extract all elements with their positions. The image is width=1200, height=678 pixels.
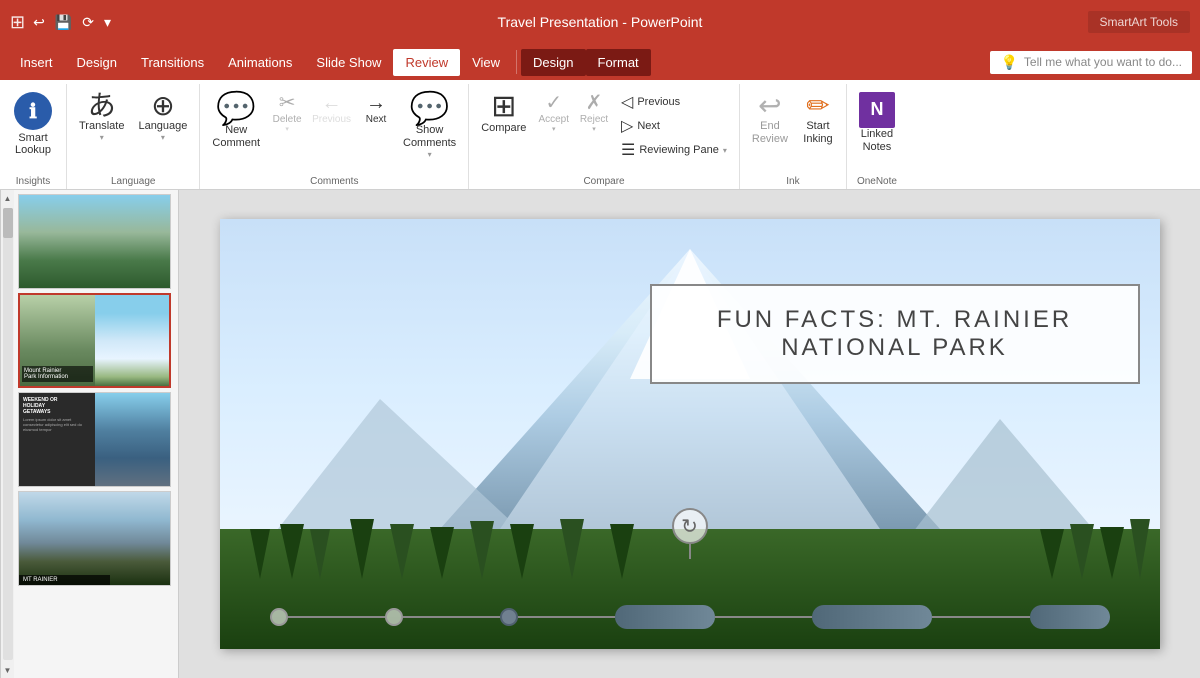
previous-comment-button[interactable]: ← Previous [308, 90, 355, 127]
slide-thumbnail-2[interactable]: Mount RainierPark Information [18, 293, 171, 388]
ribbon-group-compare: ⊞ Compare ✓ Accept ▾ ✗ Reject ▾ ◁ Previo… [469, 84, 740, 189]
slide-thumbnail-1[interactable] [18, 194, 171, 289]
document-title: Travel Presentation - PowerPoint [498, 14, 703, 30]
connector-3 [518, 616, 615, 618]
delete-comment-button[interactable]: ✂ Delete ▾ [268, 90, 306, 135]
language-button[interactable]: ⊕ Language ▾ [132, 88, 193, 147]
title-bar: ⊞ ↩ 💾 ⟳ ▾ Travel Presentation - PowerPoi… [0, 0, 1200, 44]
slide-3-title: WEEKEND ORHOLIDAYGETAWAYS [23, 397, 91, 415]
presentation-area: FUN FACTS: MT. RAINIER NATIONAL PARK ↻ [179, 190, 1200, 678]
save-icon[interactable]: 💾 [55, 14, 72, 31]
menu-slideshow[interactable]: Slide Show [304, 49, 393, 76]
menu-view[interactable]: View [460, 49, 512, 76]
menu-animations[interactable]: Animations [216, 49, 304, 76]
menu-insert[interactable]: Insert [8, 49, 65, 76]
slide-4-label: MT RAINIER [19, 575, 110, 585]
ink-label: Ink [740, 176, 846, 187]
menu-smartart-format[interactable]: Format [586, 49, 651, 76]
menu-bar: Insert Design Transitions Animations Sli… [0, 44, 1200, 80]
slide-thumbnail-3[interactable]: WEEKEND ORHOLIDAYGETAWAYS Lorem ipsum do… [18, 392, 171, 487]
slide-title-text: FUN FACTS: MT. RAINIER NATIONAL PARK [676, 306, 1114, 362]
scroll-down-arrow[interactable]: ▼ [1, 662, 15, 678]
ribbon-group-comments: 💬 New Comment ✂ Delete ▾ ← Previous → Ne… [200, 84, 469, 189]
main-content: ▲ ▼ Mount RainierPark Information WEEKEN… [0, 190, 1200, 678]
compare-next-button[interactable]: ▷ Next [615, 114, 733, 138]
next-comment-button[interactable]: → Next [357, 90, 395, 127]
quick-access-toolbar: ↩ 💾 ⟳ ▾ [33, 14, 111, 31]
menu-design[interactable]: Design [65, 49, 129, 76]
ribbon-group-language: あ Translate ▾ ⊕ Language ▾ Language [67, 84, 200, 189]
end-review-button[interactable]: ↩ End Review [746, 88, 794, 150]
ribbon: ℹ Smart Lookup Insights あ Translate ▾ ⊕ … [0, 80, 1200, 190]
connector-2 [403, 616, 500, 618]
slide-title-box[interactable]: FUN FACTS: MT. RAINIER NATIONAL PARK [650, 284, 1140, 384]
ribbon-group-ink: ↩ End Review ✏ Start Inking Ink [740, 84, 847, 189]
smartart-node-1[interactable] [270, 608, 288, 626]
smartart-nodes [270, 605, 1110, 629]
smartart-node-3[interactable] [500, 608, 518, 626]
onenote-icon: N [859, 92, 895, 128]
slide-panel-scrollbar[interactable]: ▲ ▼ [0, 190, 14, 678]
smartart-connector: ↻ [672, 508, 708, 559]
smartart-bar-2[interactable] [812, 605, 932, 629]
translate-button[interactable]: あ Translate ▾ [73, 88, 130, 147]
menu-review[interactable]: Review [393, 49, 460, 76]
slide-3-body: Lorem ipsum dolor sit amet consectetur a… [23, 417, 91, 433]
menu-smartart-design[interactable]: Design [521, 49, 585, 76]
reviewing-pane-button[interactable]: ☰ Reviewing Pane ▾ [615, 138, 733, 162]
reject-button[interactable]: ✗ Reject ▾ [575, 90, 613, 135]
accept-button[interactable]: ✓ Accept ▾ [534, 90, 573, 135]
smart-lookup-button[interactable]: ℹ Smart Lookup [6, 88, 60, 170]
smartart-bar-1[interactable] [615, 605, 715, 629]
comments-label: Comments [200, 176, 468, 187]
start-inking-button[interactable]: ✏ Start Inking [796, 88, 840, 150]
ribbon-group-onenote: N Linked Notes OneNote [847, 84, 907, 189]
connector-1 [288, 616, 385, 618]
slide-canvas[interactable]: FUN FACTS: MT. RAINIER NATIONAL PARK ↻ [220, 219, 1160, 649]
tell-me-input[interactable]: Tell me what you want to do... [1024, 55, 1182, 69]
customize-icon[interactable]: ▾ [104, 14, 111, 31]
show-comments-button[interactable]: 💬 Show Comments ▾ [397, 88, 462, 164]
app-icon: ⊞ [10, 12, 25, 33]
undo-icon[interactable]: ↩ [33, 14, 45, 31]
connector-5 [932, 616, 1029, 618]
ribbon-group-insights: ℹ Smart Lookup Insights [0, 84, 67, 189]
smartart-rotate-handle[interactable]: ↻ [672, 508, 708, 544]
slide-thumbnail-4[interactable]: MT RAINIER [18, 491, 171, 586]
connector-4 [715, 616, 812, 618]
scroll-up-arrow[interactable]: ▲ [1, 190, 15, 206]
smartart-tools-label: SmartArt Tools [1088, 11, 1190, 33]
redo-icon[interactable]: ⟳ [82, 14, 94, 31]
scroll-thumb[interactable] [3, 208, 13, 238]
smartart-node-2[interactable] [385, 608, 403, 626]
linked-notes-button[interactable]: N Linked Notes [853, 88, 901, 158]
insights-label: Insights [0, 176, 66, 187]
onenote-label: OneNote [847, 176, 907, 187]
slide-2-label: Mount RainierPark Information [22, 366, 93, 382]
language-label: Language [67, 176, 199, 187]
compare-previous-button[interactable]: ◁ Previous [615, 90, 733, 114]
smartart-bar-3[interactable] [1030, 605, 1110, 629]
title-bar-controls: ⊞ ↩ 💾 ⟳ ▾ [10, 12, 111, 33]
menu-transitions[interactable]: Transitions [129, 49, 216, 76]
new-comment-button[interactable]: 💬 New Comment [206, 88, 266, 154]
slide-panel: Mount RainierPark Information WEEKEND OR… [14, 190, 179, 678]
compare-label: Compare [469, 176, 739, 187]
scroll-track[interactable] [3, 208, 13, 660]
compare-button[interactable]: ⊞ Compare [475, 88, 532, 139]
